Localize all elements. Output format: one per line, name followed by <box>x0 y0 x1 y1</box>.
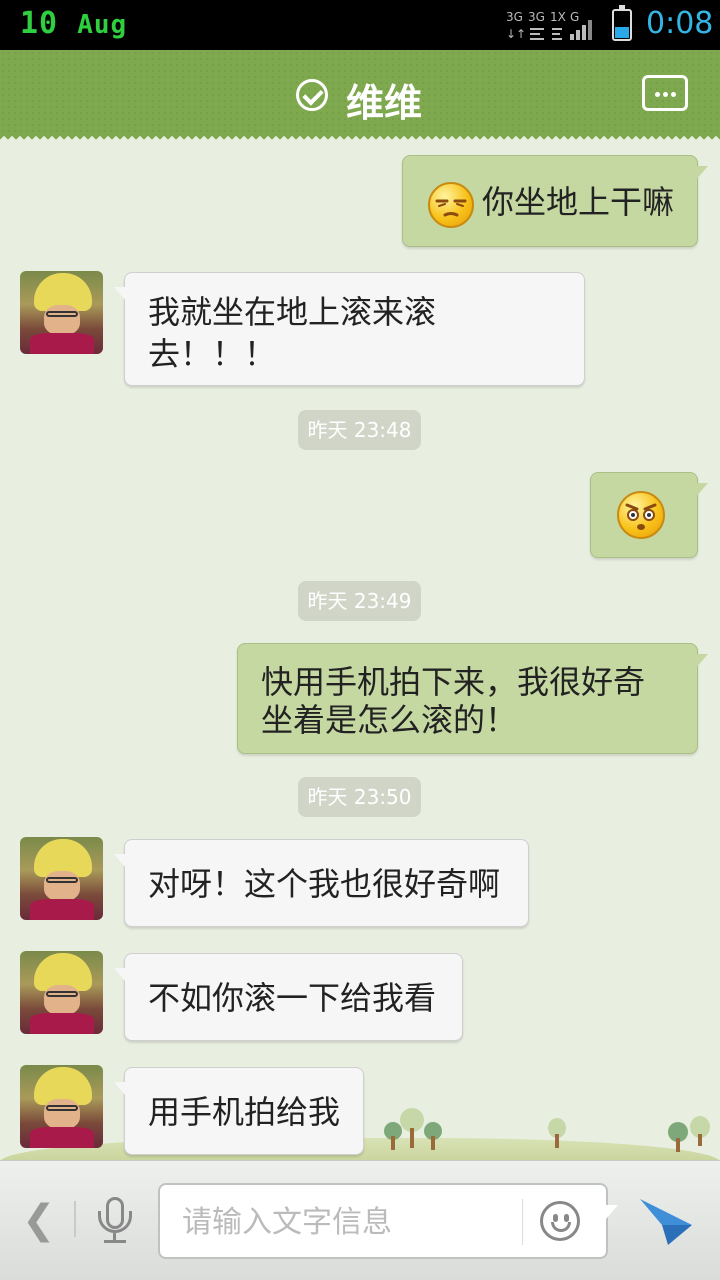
input-bar: ❮ <box>0 1160 720 1280</box>
message-bubble-incoming[interactable]: 我就坐在地上滚来滚 去！！！ <box>114 272 585 386</box>
message-text: 不如你滚一下给我看 <box>148 979 437 1017</box>
divider <box>74 1201 76 1237</box>
message-text: 对呀！这个我也很好奇啊 <box>148 865 501 903</box>
contact-name[interactable]: 维维 <box>346 72 422 127</box>
message-bubble-outgoing[interactable]: 快用手机拍下来，我很好奇 坐着是怎么滚的！ <box>237 643 708 754</box>
avatar[interactable] <box>20 1065 103 1148</box>
microphone-icon[interactable] <box>96 1197 136 1245</box>
chat-header: 维维 <box>0 50 720 142</box>
message-bubble-outgoing[interactable] <box>590 472 708 558</box>
status-date-month: Aug <box>77 10 128 40</box>
status-date-day: 10 <box>20 6 59 41</box>
message-text-line-2: 去！！！ <box>148 335 277 373</box>
smiley-icon[interactable] <box>540 1201 580 1241</box>
network-signal-icon: 3G 3G 1X G ↓↑ <box>506 10 592 41</box>
message-bubble-incoming[interactable]: 对呀！这个我也很好奇啊 <box>114 839 529 927</box>
network-label-2: 3G <box>528 10 545 24</box>
avatar[interactable] <box>20 837 103 920</box>
squint-face-icon <box>428 182 474 228</box>
message-input-box[interactable] <box>158 1183 618 1259</box>
network-label-3: 1X <box>550 10 566 24</box>
svg-text:↓↑: ↓↑ <box>506 27 526 41</box>
send-arrow-icon[interactable] <box>638 1195 694 1247</box>
message-text-line-2: 坐着是怎么滚的！ <box>261 701 518 739</box>
message-text: 你坐地上干嘛 <box>482 183 675 221</box>
status-time: 0:08 <box>646 6 714 41</box>
status-date: 10 Aug <box>20 6 127 41</box>
dot-icon <box>663 92 668 97</box>
dot-icon <box>655 92 660 97</box>
avatar[interactable] <box>20 951 103 1034</box>
dot-icon <box>671 92 676 97</box>
message-timestamp: 昨天 23:49 <box>298 581 421 621</box>
message-bubble-incoming[interactable]: 不如你滚一下给我看 <box>114 953 463 1041</box>
surprised-face-icon <box>617 491 665 539</box>
divider <box>522 1199 523 1245</box>
message-bubble-outgoing[interactable]: 你坐地上干嘛 <box>402 155 708 247</box>
message-input[interactable] <box>182 1199 512 1245</box>
chevron-left-icon[interactable]: ❮ <box>22 1197 56 1243</box>
message-timestamp: 昨天 23:50 <box>298 777 421 817</box>
network-label-1: 3G <box>506 10 523 24</box>
message-bubble-incoming[interactable]: 用手机拍给我 <box>114 1067 364 1155</box>
message-timestamp: 昨天 23:48 <box>298 410 421 450</box>
battery-icon <box>612 5 632 41</box>
check-circle-icon <box>296 79 328 111</box>
message-text-line-1: 我就坐在地上滚来滚 <box>148 293 437 331</box>
network-label-4: G <box>570 10 579 24</box>
more-options-button[interactable] <box>642 75 688 111</box>
status-bar: 10 Aug 3G 3G 1X G ↓↑ 0:08 <box>0 0 720 50</box>
message-text: 用手机拍给我 <box>148 1093 341 1131</box>
avatar[interactable] <box>20 271 103 354</box>
